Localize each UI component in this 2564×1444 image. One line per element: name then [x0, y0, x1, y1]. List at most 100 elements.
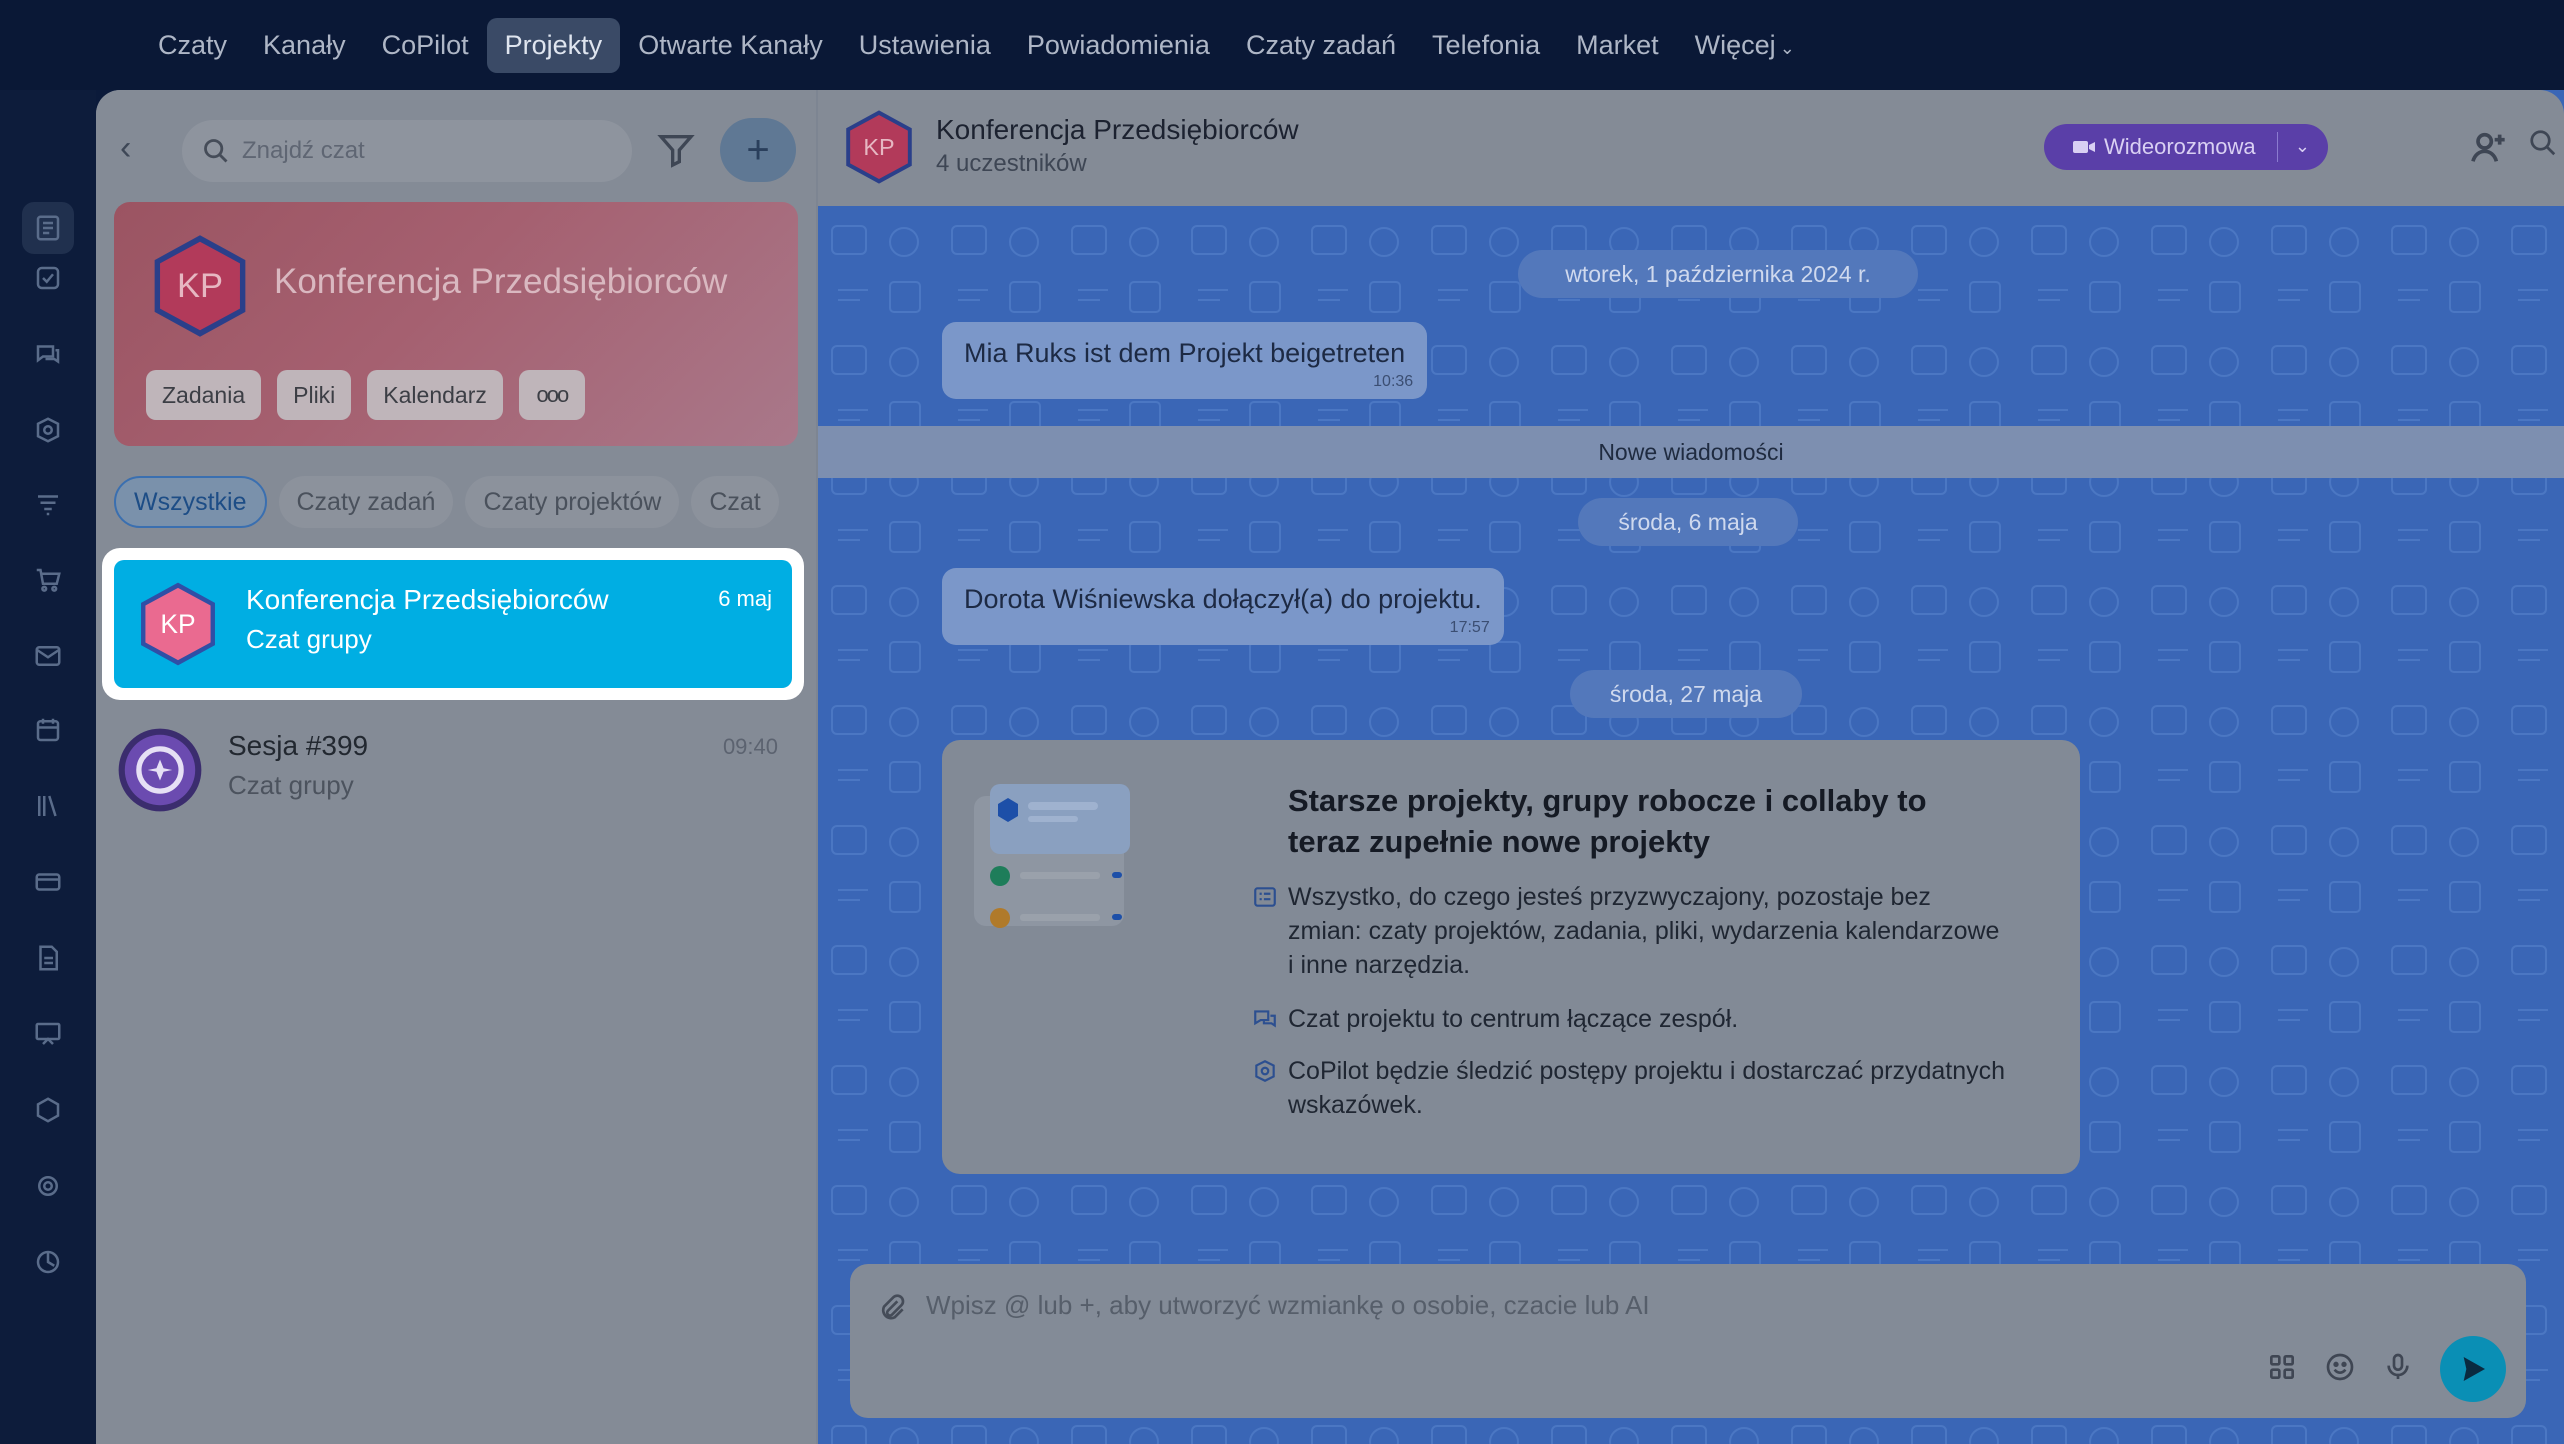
project-illustration	[974, 784, 1130, 928]
info-card-row: CoPilot będzie śledzić postępy projektu …	[1255, 1054, 2008, 1122]
project-banner: KP Konferencja Przedsiębiorców Zadania P…	[114, 202, 798, 446]
emoji-icon[interactable]	[2324, 1351, 2356, 1388]
svg-text:KP: KP	[863, 134, 894, 160]
rail-library-icon[interactable]	[22, 780, 74, 832]
nav-item-telefonia[interactable]: Telefonia	[1414, 18, 1558, 73]
message-time: 10:36	[1373, 373, 1414, 390]
chat-title: Sesja #399	[228, 730, 369, 761]
info-card-title: Starsze projekty, grupy robocze i collab…	[1288, 783, 1927, 859]
nav-item-ustawienia[interactable]: Ustawienia	[841, 18, 1009, 73]
apps-grid-icon[interactable]	[2266, 1351, 2298, 1388]
message-time: 17:57	[1449, 619, 1490, 636]
video-call-button[interactable]: Wideorozmowa ⌄	[2044, 124, 2328, 170]
chat-list-item[interactable]: KP Konferencja Przedsiębiorców Czat grup…	[102, 548, 804, 700]
filter-project-chats[interactable]: Czaty projektów	[465, 476, 680, 528]
add-chat-button[interactable]: +	[720, 118, 796, 182]
send-button[interactable]	[2440, 1336, 2506, 1402]
chevron-down-icon: ⌄	[1779, 37, 1795, 58]
message-text: Mia Ruks ist dem Projekt beigetreten	[964, 338, 1406, 368]
participants-count[interactable]: 4 uczestników	[936, 150, 1087, 178]
system-message: Mia Ruks ist dem Projekt beigetreten 10:…	[942, 322, 1428, 399]
search-input[interactable]: Znajdź czat	[182, 120, 632, 182]
rail-chats-icon[interactable]	[22, 202, 74, 254]
chat-header-avatar: KP	[846, 110, 912, 184]
rail-board-icon[interactable]	[22, 1008, 74, 1060]
video-call-label: Wideorozmowa	[2104, 134, 2256, 159]
filter-task-chats[interactable]: Czaty zadań	[278, 476, 454, 528]
info-card-row: Czat projektu to centrum łączące zespół.	[1254, 1002, 2008, 1036]
copilot-avatar	[118, 728, 202, 812]
video-camera-icon	[2073, 141, 2095, 153]
nav-item-czaty-zadan[interactable]: Czaty zadań	[1228, 18, 1414, 73]
sidebar-toolbar: ‹ Znajdź czat +	[96, 90, 816, 200]
chat-list-item[interactable]: Sesja #399 Czat grupy 09:40	[96, 720, 816, 854]
project-title: Konferencja Przedsiębiorców	[274, 262, 728, 301]
video-button-divider	[2277, 132, 2278, 162]
nav-item-wiecej[interactable]: Więcej ⌄	[1677, 18, 1813, 73]
chat-pane: KP Konferencja Przedsiębiorców 4 uczestn…	[818, 90, 2564, 1444]
rail-messages-icon[interactable]	[22, 328, 74, 380]
rail-mail-icon[interactable]	[22, 630, 74, 682]
rail-cart-icon[interactable]	[22, 554, 74, 606]
calendar-button[interactable]: Kalendarz	[367, 370, 503, 420]
nav-item-wiecej-label: Więcej	[1694, 29, 1776, 60]
microphone-icon[interactable]	[2382, 1351, 2414, 1388]
rail-copilot-icon[interactable]	[22, 404, 74, 456]
message-text: Dorota Wiśniewska dołączył(a) do projekt…	[964, 584, 1482, 614]
nav-item-projekty[interactable]: Projekty	[486, 17, 621, 73]
svg-text:KP: KP	[160, 609, 195, 639]
search-icon[interactable]	[2528, 128, 2558, 168]
chat-sidebar: ‹ Znajdź czat + KP Konferencja Przedsięb…	[96, 90, 816, 1444]
rail-settings-icon[interactable]	[22, 1160, 74, 1212]
nav-item-market[interactable]: Market	[1558, 18, 1677, 73]
search-placeholder: Znajdź czat	[242, 137, 365, 164]
nav-item-copilot[interactable]: CoPilot	[364, 18, 487, 73]
project-actions: Zadania Pliki Kalendarz ooo	[146, 370, 585, 420]
left-icon-rail	[0, 90, 96, 1444]
date-separator: środa, 27 maja	[1570, 670, 1802, 718]
messenger-window: ‹ Znajdź czat + KP Konferencja Przedsięb…	[96, 90, 2564, 1444]
files-button[interactable]: Pliki	[277, 370, 352, 420]
nav-item-kanaly[interactable]: Kanały	[245, 18, 364, 73]
composer-actions	[2266, 1336, 2506, 1402]
info-card-text: Czat projektu to centrum łączące zespół.	[1288, 1005, 1739, 1033]
more-options-icon[interactable]: ooo	[518, 370, 585, 420]
add-user-icon[interactable]	[2468, 128, 2508, 168]
tasks-button[interactable]: Zadania	[146, 370, 262, 420]
system-message: Dorota Wiśniewska dołączył(a) do projekt…	[942, 568, 1504, 645]
project-info-card: Starsze projekty, grupy robocze i collab…	[942, 740, 2080, 1174]
paperclip-icon[interactable]	[876, 1292, 908, 1324]
chat-subtitle: Czat grupy	[246, 624, 372, 654]
rail-card-icon[interactable]	[22, 856, 74, 908]
project-avatar: KP	[154, 235, 246, 337]
rail-document-icon[interactable]	[22, 932, 74, 984]
nav-item-czaty[interactable]: Czaty	[140, 18, 245, 73]
rail-hexagon-icon[interactable]	[22, 1084, 74, 1136]
chat-title: Konferencja Przedsiębiorców	[246, 584, 609, 615]
new-messages-divider: Nowe wiadomości	[818, 426, 2564, 478]
back-arrow-icon[interactable]: ‹	[120, 128, 160, 168]
message-input[interactable]: Wpisz @ lub +, aby utworzyć wzmiankę o o…	[926, 1290, 1650, 1321]
message-composer[interactable]: Wpisz @ lub +, aby utworzyć wzmiankę o o…	[850, 1264, 2526, 1418]
rail-funnel-icon[interactable]	[22, 478, 74, 530]
top-navigation: Czaty Kanały CoPilot Projekty Otwarte Ka…	[0, 0, 2564, 90]
chat-header-title: Konferencja Przedsiębiorców	[936, 114, 1299, 145]
copilot-icon	[1252, 1058, 1278, 1084]
chevron-down-icon[interactable]: ⌄	[2295, 136, 2310, 157]
filter-icon[interactable]	[656, 130, 696, 170]
info-card-text: Wszystko, do czego jesteś przyzwyczajony…	[1288, 883, 2000, 979]
info-card-row: Wszystko, do czego jesteś przyzwyczajony…	[1254, 880, 2008, 982]
nav-item-powiadomienia[interactable]: Powiadomienia	[1009, 18, 1228, 73]
chat-subtitle: Czat grupy	[228, 770, 354, 800]
filter-all[interactable]: Wszystkie	[114, 476, 267, 528]
filter-more[interactable]: Czat	[691, 476, 779, 528]
chat-avatar: KP	[141, 582, 215, 666]
nav-item-otwarte-kanaly[interactable]: Otwarte Kanały	[620, 18, 841, 73]
chat-filters: Wszystkie Czaty zadań Czaty projektów Cz…	[114, 476, 794, 528]
rail-tasks-icon[interactable]	[22, 252, 74, 304]
rail-target-icon[interactable]	[22, 1236, 74, 1288]
search-icon	[204, 139, 228, 163]
svg-text:KP: KP	[177, 267, 223, 305]
chat-header: KP Konferencja Przedsiębiorców 4 uczestn…	[818, 90, 2564, 206]
rail-calendar-icon[interactable]	[22, 704, 74, 756]
